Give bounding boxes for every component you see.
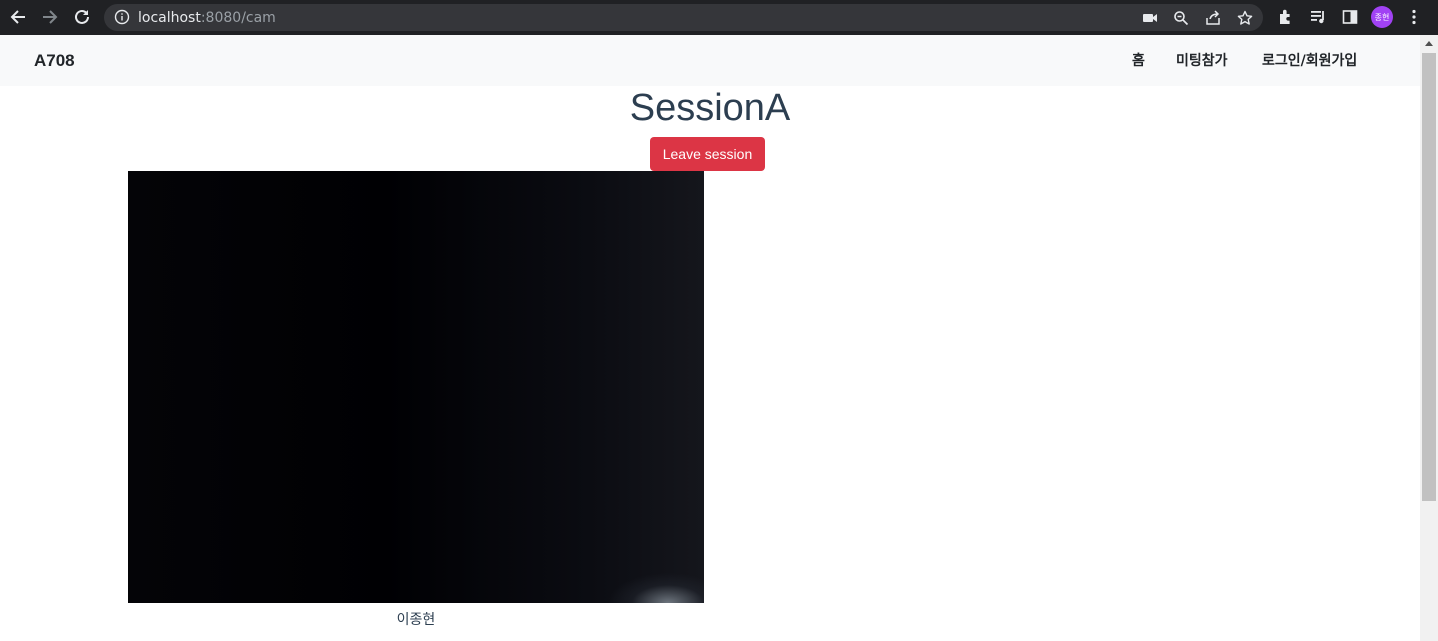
share-icon[interactable] — [1204, 9, 1222, 27]
extensions-icon[interactable] — [1276, 7, 1296, 27]
side-panel-icon[interactable] — [1340, 7, 1360, 27]
scrollbar-thumb[interactable] — [1422, 53, 1436, 501]
address-bar[interactable]: localhost:8080/cam — [104, 4, 1263, 31]
page-scrollbar[interactable] — [1420, 35, 1438, 641]
participant-video[interactable] — [128, 171, 704, 603]
nav-link-home[interactable]: 홈 — [1132, 50, 1145, 70]
profile-avatar[interactable]: 종현 — [1371, 6, 1393, 28]
reload-icon[interactable] — [71, 6, 93, 28]
nav-link-login-signup[interactable]: 로그인/회원가입 — [1262, 50, 1357, 70]
menu-icon[interactable] — [1404, 7, 1424, 27]
info-icon[interactable] — [114, 9, 130, 25]
star-icon[interactable] — [1236, 9, 1254, 27]
leave-session-button[interactable]: Leave session — [650, 137, 765, 171]
app-navbar: A708 홈 미팅참가 로그인/회원가입 — [0, 35, 1420, 86]
session-title: SessionA — [629, 87, 791, 129]
forward-arrow-icon[interactable] — [39, 6, 61, 28]
scroll-up-arrow-icon[interactable] — [1420, 35, 1438, 52]
media-icon[interactable] — [1308, 7, 1328, 27]
camera-icon[interactable] — [1141, 9, 1159, 27]
browser-toolbar: localhost:8080/cam 종현 — [0, 0, 1438, 35]
url-path: :8080/cam — [200, 10, 276, 26]
brand-logo[interactable]: A708 — [34, 51, 75, 71]
nav-link-join-meeting[interactable]: 미팅참가 — [1176, 50, 1228, 70]
url-text: localhost:8080/cam — [138, 10, 276, 26]
zoom-icon[interactable] — [1172, 9, 1190, 27]
back-arrow-icon[interactable] — [7, 6, 29, 28]
url-host: localhost — [138, 10, 201, 26]
participant-name: 이종현 — [396, 612, 436, 628]
